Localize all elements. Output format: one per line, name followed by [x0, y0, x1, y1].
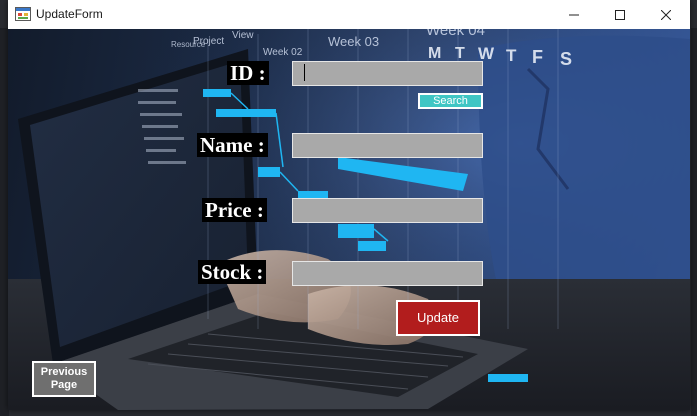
- maximize-button[interactable]: [597, 0, 643, 29]
- id-input[interactable]: [292, 61, 483, 86]
- id-label: ID :: [227, 61, 269, 85]
- gantt-header-view: View: [232, 30, 254, 41]
- previous-page-button[interactable]: Previous Page: [32, 361, 96, 397]
- minimize-icon: [569, 14, 579, 15]
- stock-label: Stock :: [198, 260, 267, 284]
- maximize-icon: [615, 9, 625, 20]
- minimize-button[interactable]: [551, 0, 597, 29]
- background-editor-right: [691, 28, 697, 416]
- form-client-area: Resource Project View Week 02 Week 03 We…: [8, 29, 690, 410]
- previous-page-label-line2: Page: [50, 379, 78, 391]
- gantt-day-f: F: [532, 47, 543, 67]
- gantt-day-m: M: [428, 45, 441, 62]
- text-caret: [304, 64, 305, 81]
- gantt-header-week2: Week 02: [263, 47, 303, 58]
- stock-input[interactable]: [292, 261, 483, 286]
- gantt-day-t2: T: [506, 46, 517, 65]
- gantt-header-week3: Week 03: [328, 34, 379, 49]
- name-label: Name :: [197, 133, 268, 157]
- desktop-backdrop: UpdateForm Resource Project View Week 02…: [0, 0, 697, 416]
- gantt-header-project: Project: [193, 36, 224, 47]
- close-button[interactable]: [643, 0, 689, 29]
- title-bar[interactable]: UpdateForm: [8, 0, 690, 29]
- form-icon: [15, 7, 31, 21]
- close-icon: [661, 9, 671, 20]
- gantt-day-t: T: [455, 45, 465, 62]
- price-label: Price :: [202, 198, 267, 222]
- update-form-window: UpdateForm Resource Project View Week 02…: [8, 0, 690, 410]
- gantt-day-s: S: [560, 49, 572, 69]
- name-input[interactable]: [292, 133, 483, 158]
- window-title: UpdateForm: [36, 7, 103, 21]
- update-button[interactable]: Update: [396, 300, 480, 336]
- search-button[interactable]: Search: [418, 93, 483, 109]
- gantt-header-week4: Week 04: [426, 29, 485, 39]
- price-input[interactable]: [292, 198, 483, 223]
- previous-page-label-line1: Previous: [40, 366, 88, 378]
